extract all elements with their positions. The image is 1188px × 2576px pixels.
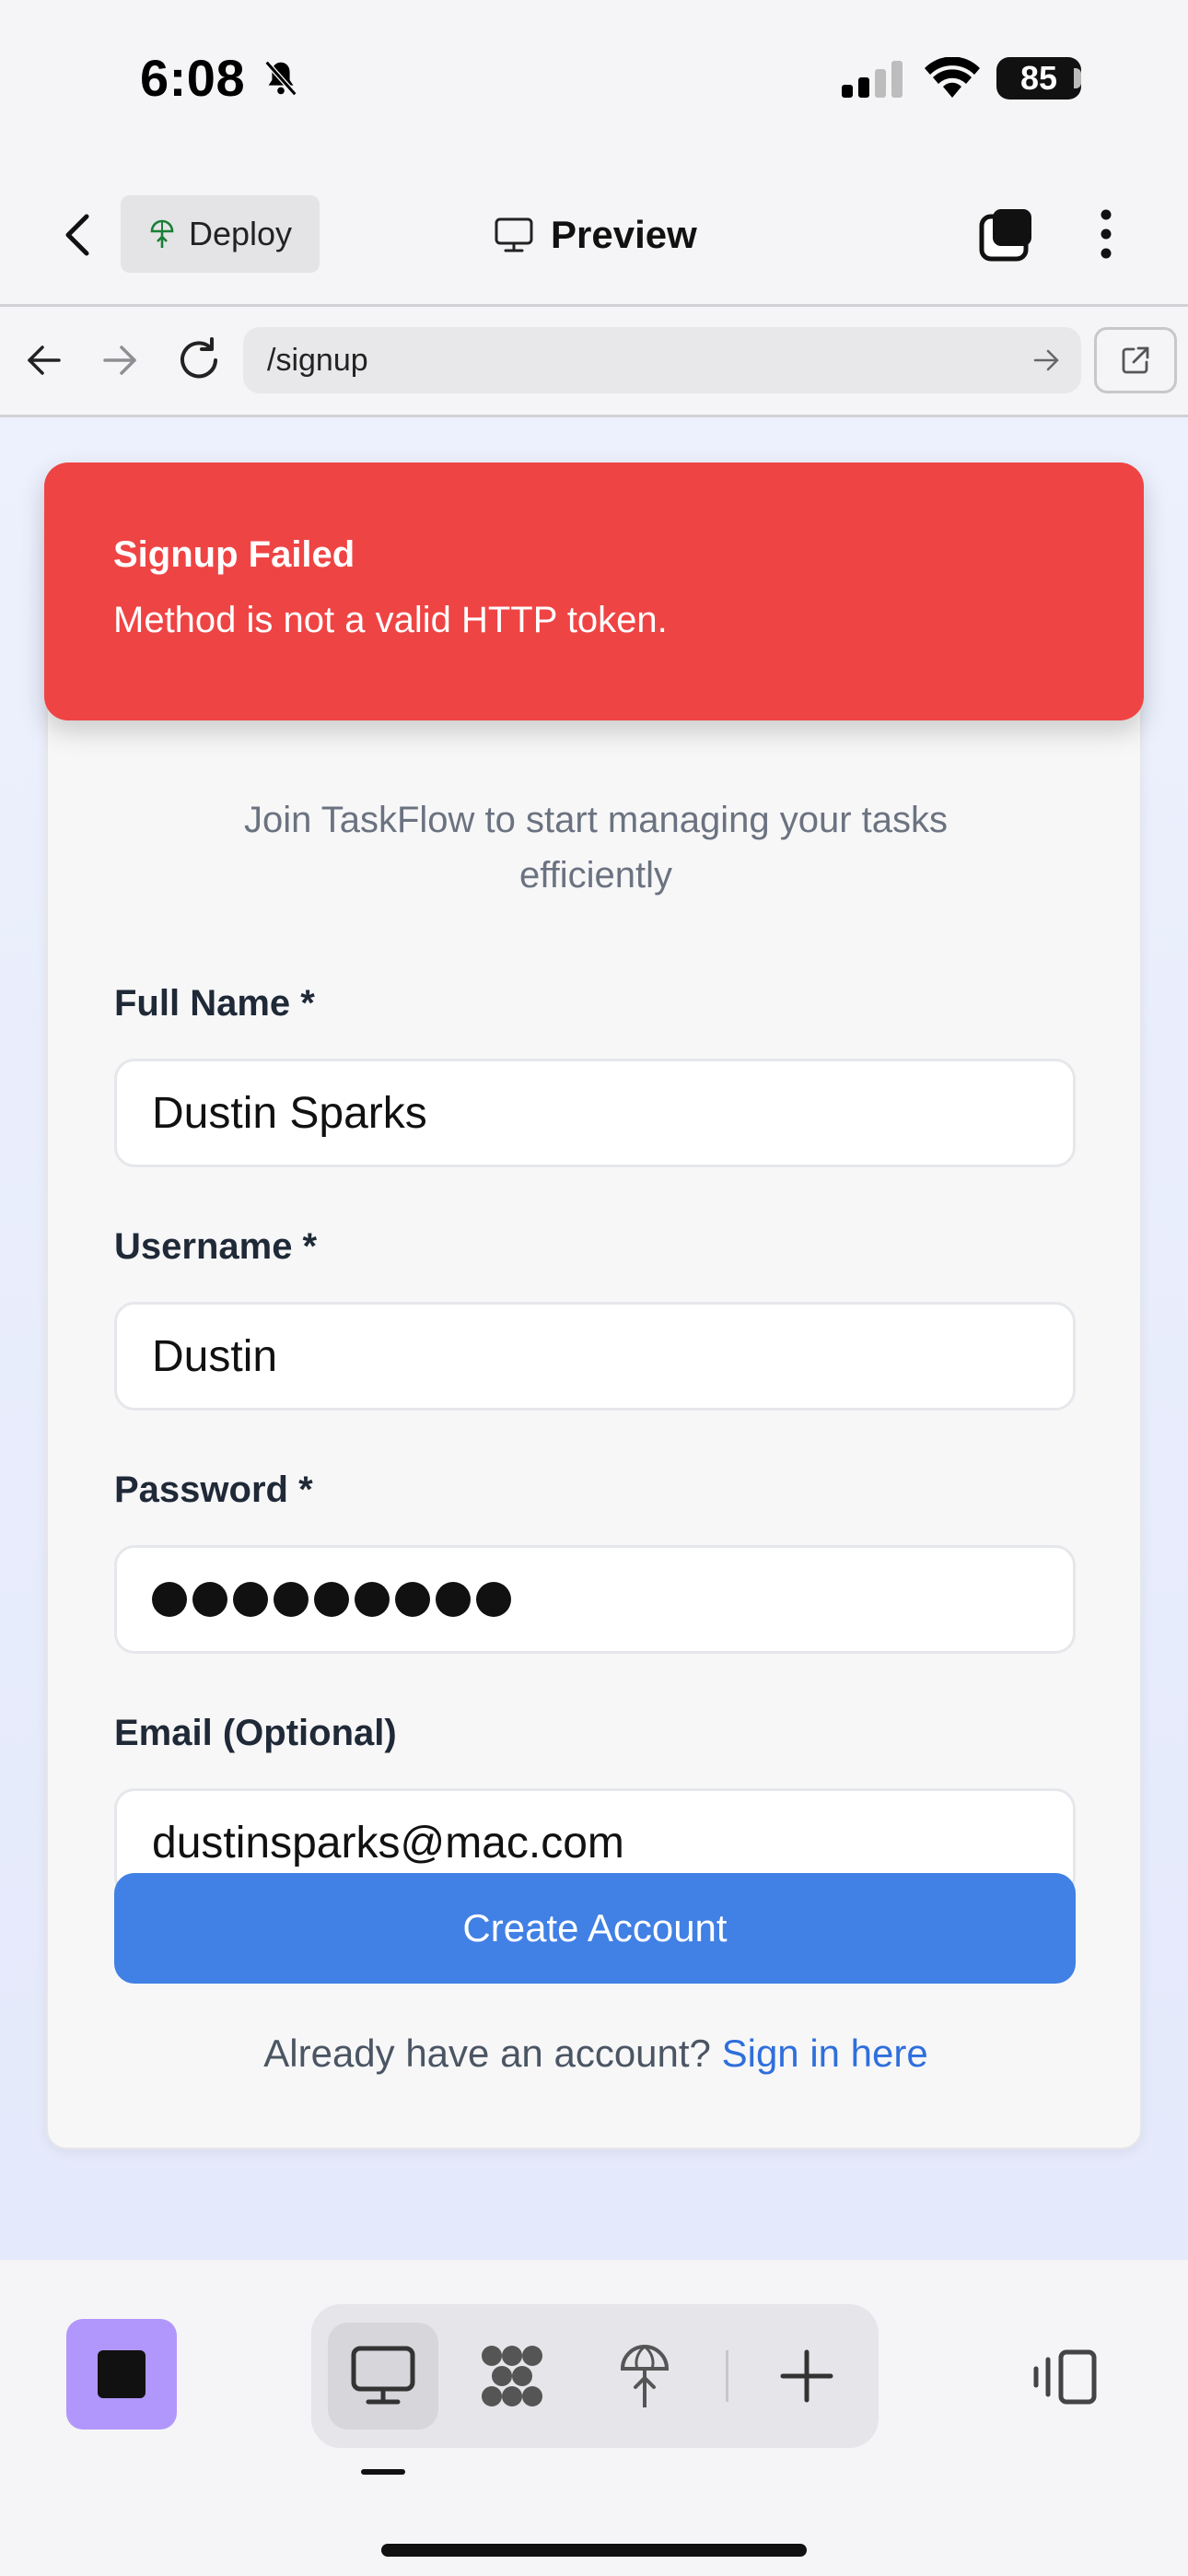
agents-icon[interactable] [477, 2343, 547, 2409]
bottom-toolbar [0, 2260, 1188, 2576]
external-link-icon [1122, 346, 1149, 374]
toast-message: Method is not a valid HTTP token. [113, 600, 668, 640]
panel-icon[interactable] [1031, 2348, 1098, 2406]
create-account-button[interactable]: Create Account [114, 1873, 1076, 1984]
signal-icon [842, 61, 903, 98]
deploy-label: Deploy [189, 215, 293, 252]
password-dot [152, 1582, 187, 1617]
signup-card: Join TaskFlow to start managing your tas… [46, 509, 1142, 2149]
bell-slash-icon [264, 60, 297, 97]
nav-forward-icon[interactable] [99, 340, 140, 381]
password-dot [436, 1582, 471, 1617]
toast-title: Signup Failed [113, 534, 355, 575]
full-name-value: Dustin Sparks [152, 1088, 427, 1138]
stop-icon [98, 2350, 146, 2398]
deploy-icon[interactable] [617, 2341, 672, 2411]
deploy-icon [150, 219, 174, 248]
full-name-field[interactable]: Dustin Sparks [114, 1059, 1076, 1167]
password-dot [274, 1582, 309, 1617]
signin-prompt: Already have an account? [263, 2032, 711, 2075]
email-value: dustinsparks@mac.com [152, 1818, 624, 1868]
url-text: /signup [267, 342, 368, 378]
password-field[interactable] [114, 1545, 1076, 1654]
password-label: Password * [114, 1469, 313, 1510]
url-field[interactable]: /signup [243, 327, 1081, 393]
username-label: Username * [114, 1226, 318, 1267]
nav-back-icon[interactable] [24, 340, 64, 381]
go-arrow-icon[interactable] [1031, 345, 1061, 375]
battery-cap [1074, 68, 1081, 88]
password-dot [314, 1582, 349, 1617]
open-external-button[interactable] [1094, 327, 1177, 393]
username-value: Dustin [152, 1331, 278, 1381]
toolbar-separator [726, 2350, 728, 2402]
signup-subtitle: Join TaskFlow to start managing your tas… [243, 800, 949, 896]
stop-button[interactable] [66, 2319, 177, 2430]
desktop-icon[interactable] [350, 2345, 416, 2407]
desktop-icon [495, 217, 533, 252]
email-label: Email (Optional) [114, 1713, 397, 1753]
reload-icon[interactable] [175, 336, 223, 384]
plus-icon[interactable] [779, 2348, 834, 2404]
app-header: Deploy Preview [0, 161, 1188, 307]
password-dot [476, 1582, 511, 1617]
more-options-icon[interactable] [1092, 205, 1120, 263]
password-dot [355, 1582, 390, 1617]
browser-bar: /signup [0, 307, 1188, 417]
preview-title: Preview [494, 207, 697, 263]
home-indicator [381, 2544, 807, 2557]
preview-label: Preview [551, 213, 697, 256]
active-tab-indicator [361, 2469, 405, 2475]
password-dot [233, 1582, 268, 1617]
tabs-icon[interactable] [978, 205, 1035, 263]
username-field[interactable]: Dustin [114, 1302, 1076, 1411]
back-chevron-icon[interactable] [55, 207, 101, 263]
password-mask [152, 1582, 511, 1617]
full-name-label: Full Name * [114, 983, 315, 1024]
status-time: 6:08 [140, 49, 246, 107]
signin-prompt-line: Already have an account? Sign in here [48, 2032, 1144, 2076]
tool-group [311, 2304, 879, 2448]
password-dot [395, 1582, 430, 1617]
status-bar: 6:08 85 [0, 0, 1188, 161]
wifi-icon [925, 57, 980, 98]
battery-indicator: 85 [996, 57, 1081, 100]
deploy-button[interactable]: Deploy [121, 195, 320, 273]
error-toast: Signup Failed Method is not a valid HTTP… [44, 463, 1144, 720]
signin-link[interactable]: Sign in here [722, 2032, 928, 2075]
password-dot [192, 1582, 227, 1617]
